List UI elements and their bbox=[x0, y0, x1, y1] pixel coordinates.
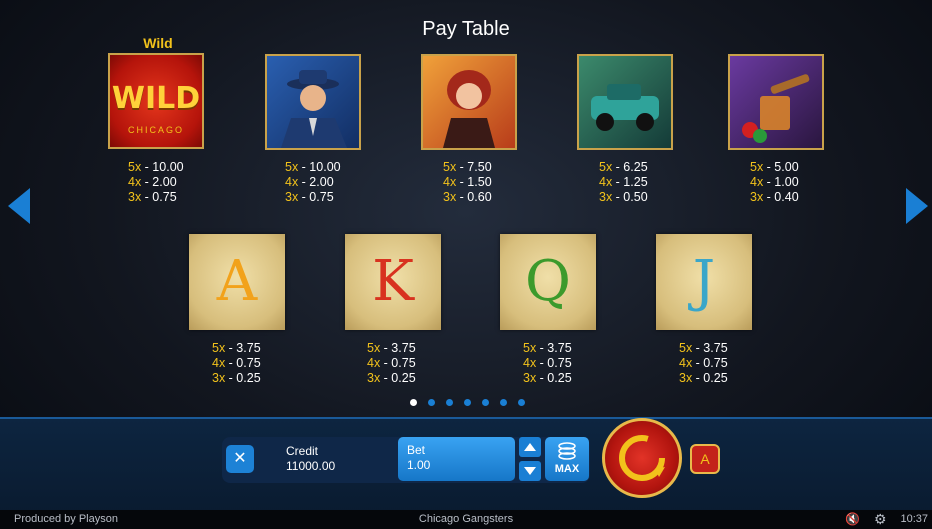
letter-q: Q bbox=[525, 249, 571, 314]
pay-list: 5x - 7.50 4x - 1.50 3x - 0.60 bbox=[443, 160, 553, 205]
pay-line: 5x - 3.75 bbox=[367, 341, 416, 355]
pay-line: 3x - 0.25 bbox=[367, 371, 416, 385]
pay-line: 5x - 3.75 bbox=[212, 341, 261, 355]
footer-bar: Produced by Playson Chicago Gangsters 🔇 … bbox=[0, 510, 932, 529]
pay-line: 3x - 0.75 bbox=[128, 190, 177, 204]
gangster-symbol bbox=[265, 54, 361, 150]
page-dot[interactable] bbox=[482, 399, 489, 406]
page-dot[interactable] bbox=[518, 399, 525, 406]
pay-line: 5x - 10.00 bbox=[285, 160, 341, 174]
credit-value: 11000.00 bbox=[286, 459, 336, 473]
bet-increase-button[interactable] bbox=[519, 437, 541, 457]
gangster-icon bbox=[281, 70, 347, 148]
pay-line: 5x - 3.75 bbox=[523, 341, 572, 355]
pay-list: 5x - 3.75 4x - 0.75 3x - 0.25 bbox=[367, 341, 477, 386]
pay-line: 3x - 0.40 bbox=[750, 190, 799, 204]
pay-line: 3x - 0.25 bbox=[212, 371, 261, 385]
letter-a: A bbox=[216, 249, 258, 314]
page-dot[interactable] bbox=[446, 399, 453, 406]
pay-list: 5x - 3.75 4x - 0.75 3x - 0.25 bbox=[679, 341, 789, 386]
pay-line: 5x - 5.00 bbox=[750, 160, 799, 174]
pay-line: 3x - 0.50 bbox=[599, 190, 648, 204]
pay-line: 5x - 3.75 bbox=[679, 341, 728, 355]
pay-line: 5x - 10.00 bbox=[128, 160, 184, 174]
page-dot[interactable] bbox=[410, 399, 417, 406]
wild-label: Wild bbox=[143, 35, 173, 51]
whiskey-cigar-symbol bbox=[728, 54, 824, 150]
sound-off-icon[interactable]: 🔇 bbox=[845, 512, 860, 526]
max-label: MAX bbox=[554, 463, 580, 475]
bet-value: 1.00 bbox=[407, 458, 431, 472]
page-dot[interactable] bbox=[500, 399, 507, 406]
pay-line: 5x - 6.25 bbox=[599, 160, 648, 174]
clock-time: 10:37 bbox=[900, 513, 928, 525]
wild-symbol-text: WILD bbox=[111, 81, 201, 116]
whiskey-cigar-icon bbox=[742, 74, 810, 143]
autoplay-button[interactable]: A bbox=[690, 444, 720, 474]
letter-k-symbol: K bbox=[345, 234, 441, 330]
wild-symbol-subtext: CHICAGO bbox=[127, 125, 184, 135]
pay-list: 5x - 5.00 4x - 1.00 3x - 0.40 bbox=[750, 160, 860, 205]
spin-arrow-icon bbox=[619, 435, 665, 481]
pay-line: 4x - 0.75 bbox=[212, 356, 261, 370]
letter-k: K bbox=[372, 249, 414, 314]
pay-line: 4x - 0.75 bbox=[367, 356, 416, 370]
close-button[interactable]: ✕ bbox=[226, 445, 254, 473]
pay-line: 3x - 0.25 bbox=[523, 371, 572, 385]
pay-line: 4x - 1.50 bbox=[443, 175, 492, 189]
pay-line: 4x - 1.00 bbox=[750, 175, 799, 189]
letter-j: J bbox=[692, 249, 716, 314]
pay-line: 3x - 0.25 bbox=[679, 371, 728, 385]
pay-line: 4x - 0.75 bbox=[523, 356, 572, 370]
letter-q-symbol: Q bbox=[500, 234, 596, 330]
coins-icon bbox=[558, 442, 576, 460]
spin-button[interactable] bbox=[602, 418, 682, 498]
letter-j-symbol: J bbox=[656, 234, 752, 330]
page-dot[interactable] bbox=[428, 399, 435, 406]
settings-gear-icon[interactable]: ⚙ bbox=[874, 511, 887, 528]
pay-line: 4x - 1.25 bbox=[599, 175, 648, 189]
pay-line: 4x - 0.75 bbox=[679, 356, 728, 370]
letter-a-symbol: A bbox=[189, 234, 285, 330]
pay-list: 5x - 3.75 4x - 0.75 3x - 0.25 bbox=[212, 341, 322, 386]
game-name: Chicago Gangsters bbox=[418, 513, 514, 525]
car-symbol bbox=[577, 54, 673, 150]
pay-line: 4x - 2.00 bbox=[128, 175, 177, 189]
pay-list: 5x - 10.00 4x - 2.00 3x - 0.75 bbox=[285, 160, 395, 205]
pay-line: 3x - 0.75 bbox=[285, 190, 334, 204]
bet-label: Bet bbox=[407, 443, 426, 457]
pay-line: 3x - 0.60 bbox=[443, 190, 492, 204]
previous-page-arrow-icon[interactable] bbox=[8, 188, 30, 224]
lady-icon bbox=[443, 70, 495, 148]
pay-list: 5x - 3.75 4x - 0.75 3x - 0.25 bbox=[523, 341, 633, 386]
page-dot[interactable] bbox=[464, 399, 471, 406]
wild-symbol: WILD CHICAGO bbox=[108, 53, 204, 149]
car-icon bbox=[591, 84, 659, 131]
credit-label: Credit bbox=[286, 444, 319, 458]
pay-list: 5x - 6.25 4x - 1.25 3x - 0.50 bbox=[599, 160, 709, 205]
max-bet-button[interactable]: MAX bbox=[545, 437, 589, 481]
arrow-up-icon bbox=[524, 443, 536, 451]
pay-list: 5x - 10.00 4x - 2.00 3x - 0.75 bbox=[128, 160, 238, 205]
bet-decrease-button[interactable] bbox=[519, 461, 541, 481]
pay-line: 4x - 2.00 bbox=[285, 175, 334, 189]
lady-symbol bbox=[421, 54, 517, 150]
arrow-down-icon bbox=[524, 467, 536, 475]
next-page-arrow-icon[interactable] bbox=[906, 188, 928, 224]
pay-line: 5x - 7.50 bbox=[443, 160, 492, 174]
